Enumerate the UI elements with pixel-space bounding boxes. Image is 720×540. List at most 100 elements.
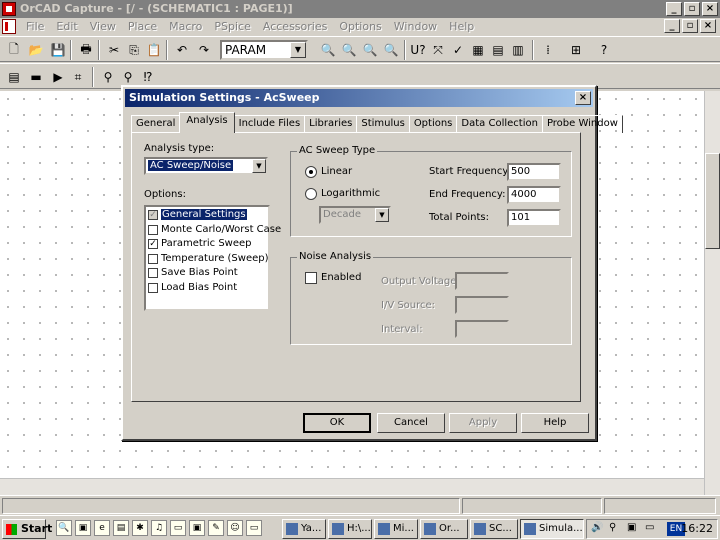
document-icon[interactable] [2,19,16,34]
option-parametric-sweep[interactable]: ✓ Parametric Sweep [147,237,267,252]
menu-macro[interactable]: Macro [163,18,208,36]
total-points-input[interactable]: 101 [507,209,561,227]
option-save-bias-point[interactable]: Save Bias Point [147,266,267,281]
task-schematic[interactable]: SC... [470,519,518,539]
menu-place[interactable]: Place [122,18,163,36]
cut-icon[interactable]: ✂ [104,40,124,60]
quicklaunch-app-icon[interactable]: ▣ [189,520,205,536]
minimize-button[interactable]: _ [666,2,682,16]
undo-icon[interactable]: ↶ [172,40,192,60]
quicklaunch-folder-icon[interactable]: ▭ [170,520,186,536]
cross-reference-icon[interactable]: ▤ [488,40,508,60]
apply-button[interactable]: Apply [449,413,517,433]
task-h-drive[interactable]: H:\... [328,519,372,539]
help-icon[interactable]: ? [594,40,614,60]
open-icon[interactable]: 📂 [26,40,46,60]
checkbox-monte-carlo[interactable] [148,224,158,235]
quicklaunch-tool-icon[interactable]: ✎ [208,520,224,536]
new-icon[interactable]: 🗋 [4,40,24,60]
task-microsoft[interactable]: Mi... [374,519,418,539]
menu-view[interactable]: View [84,18,122,36]
copy-icon[interactable]: ⎘ [124,40,144,60]
tab-general[interactable]: General [131,115,181,133]
tab-include-files[interactable]: Include Files [233,115,306,133]
quicklaunch-ie-icon[interactable]: e [94,520,110,536]
task-simulation[interactable]: Simula... [520,519,584,539]
tab-data-collection[interactable]: Data Collection [456,115,543,133]
quicklaunch-explorer-icon[interactable]: ▤ [113,520,129,536]
maximize-button[interactable]: ▫ [684,2,700,16]
logarithmic-radio[interactable] [305,188,317,200]
start-button[interactable]: Start [2,519,52,539]
output-voltage-input[interactable] [455,272,509,290]
vertical-scrollbar[interactable] [704,91,720,495]
zoom-out-icon[interactable]: 🔍 [339,40,359,60]
dialog-titlebar[interactable]: Simulation Settings - AcSweep × [125,89,593,107]
quicklaunch-folder2-icon[interactable]: ▭ [246,520,262,536]
help-button[interactable]: Help [521,413,589,433]
close-button[interactable]: × [702,2,718,16]
analysis-type-select[interactable]: AC Sweep/Noise ▼ [144,157,268,175]
interval-input[interactable] [455,320,509,338]
tab-stimulus[interactable]: Stimulus [356,115,410,133]
start-frequency-input[interactable]: 500 [507,163,561,181]
snap-to-grid-icon[interactable]: ⁞ [538,40,558,60]
option-monte-carlo[interactable]: Monte Carlo/Worst Case [147,223,281,238]
tray-network-icon[interactable]: ⚲ [609,522,616,533]
task-orcad[interactable]: Or... [420,519,468,539]
tray-volume-icon[interactable]: 🔊 [591,522,603,533]
menu-window[interactable]: Window [388,18,443,36]
run-icon[interactable]: ▶ [48,67,68,87]
options-list[interactable]: ✓ General Settings Monte Carlo/Worst Case… [144,205,281,311]
quicklaunch-desktop-icon[interactable]: ▣ [75,520,91,536]
tray-app-icon[interactable]: ▣ [627,522,636,533]
mdi-close-button[interactable]: × [700,19,716,33]
vertical-scroll-thumb[interactable] [705,153,720,249]
cancel-button[interactable]: Cancel [377,413,445,433]
chevron-down-icon[interactable]: ▼ [375,208,389,222]
redo-icon[interactable]: ↷ [194,40,214,60]
checkbox-parametric-sweep[interactable]: ✓ [148,239,158,249]
edit-simulation-settings-icon[interactable]: ▬ [26,67,46,87]
tab-options[interactable]: Options [408,115,458,133]
ok-button[interactable]: OK [303,413,371,433]
chevron-down-icon[interactable]: ▼ [290,42,306,58]
current-marker-icon[interactable]: ⚲ [118,67,138,87]
checkbox-temperature-sweep[interactable] [148,253,158,264]
quicklaunch-messenger-icon[interactable]: ☺ [227,520,243,536]
back-annotate-icon[interactable]: ⤧ [428,40,448,60]
zoom-in-icon[interactable]: 🔍 [318,40,338,60]
tab-analysis[interactable]: Analysis [179,112,235,133]
option-general-settings[interactable]: ✓ General Settings [147,208,267,223]
menu-pspice[interactable]: PSpice [208,18,256,36]
zoom-all-icon[interactable]: 🔍 [381,40,401,60]
app-titlebar[interactable]: OrCAD Capture - [/ - (SCHEMATIC1 : PAGE1… [0,0,720,18]
linear-radio[interactable] [305,166,317,178]
checkbox-save-bias-point[interactable] [148,268,158,278]
zoom-area-icon[interactable]: 🔍 [360,40,380,60]
option-temperature-sweep[interactable]: Temperature (Sweep) [147,252,269,267]
paste-icon[interactable]: 📋 [144,40,164,60]
menu-options[interactable]: Options [333,18,387,36]
project-manager-icon[interactable]: ⊞ [566,40,586,60]
create-netlist-icon[interactable]: ▦ [468,40,488,60]
quicklaunch-media-icon[interactable]: ♫ [151,520,167,536]
task-yahoo[interactable]: Ya... [282,519,326,539]
menu-help[interactable]: Help [443,18,480,36]
menu-accessories[interactable]: Accessories [257,18,333,36]
chevron-down-icon[interactable]: ▼ [252,159,266,173]
power-marker-icon[interactable]: ⁉ [138,67,158,87]
voltage-marker-icon[interactable]: ⚲ [98,67,118,87]
dialog-close-button[interactable]: × [575,91,591,105]
log-scale-select[interactable]: Decade ▼ [319,206,391,224]
annotate-icon[interactable]: U? [408,40,428,60]
mdi-minimize-button[interactable]: _ [664,19,680,33]
tab-probe-window[interactable]: Probe Window [541,115,623,133]
mdi-restore-button[interactable]: ▫ [682,19,698,33]
option-load-bias-point[interactable]: Load Bias Point [147,281,267,296]
noise-enabled-checkbox[interactable] [305,272,317,284]
bill-of-materials-icon[interactable]: ▥ [508,40,528,60]
tab-libraries[interactable]: Libraries [304,115,358,133]
menu-file[interactable]: File [20,18,50,36]
orcad-app-icon[interactable] [2,2,16,16]
